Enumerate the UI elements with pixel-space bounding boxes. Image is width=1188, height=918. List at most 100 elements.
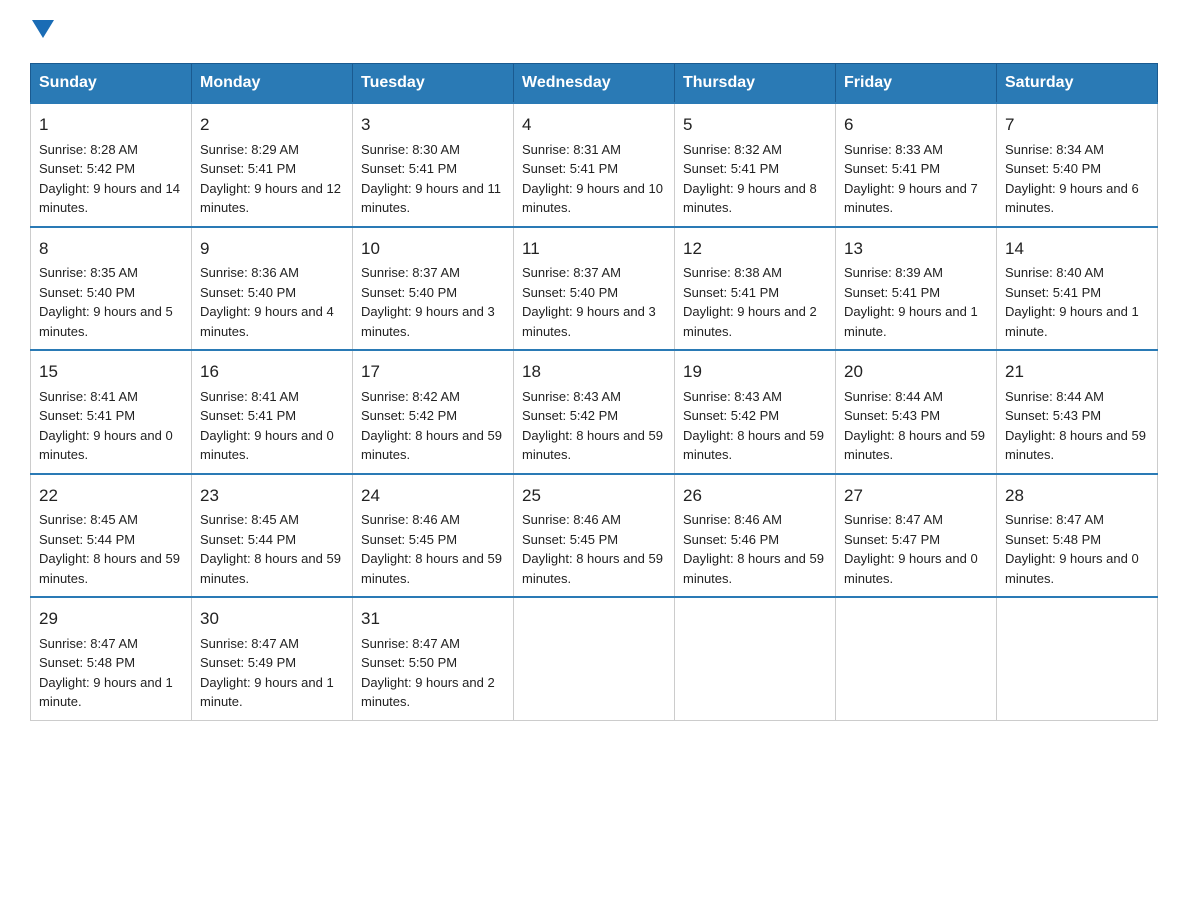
day-number: 21 [1005,359,1149,385]
calendar-table: Sunday Monday Tuesday Wednesday Thursday… [30,63,1158,721]
header-tuesday: Tuesday [353,64,514,104]
day-info: Sunrise: 8:47 AMSunset: 5:48 PMDaylight:… [1005,512,1139,586]
day-info: Sunrise: 8:40 AMSunset: 5:41 PMDaylight:… [1005,265,1139,339]
day-number: 15 [39,359,183,385]
day-info: Sunrise: 8:45 AMSunset: 5:44 PMDaylight:… [39,512,180,586]
day-info: Sunrise: 8:42 AMSunset: 5:42 PMDaylight:… [361,389,502,463]
calendar-day-cell: 23 Sunrise: 8:45 AMSunset: 5:44 PMDaylig… [192,474,353,598]
day-number: 12 [683,236,827,262]
day-info: Sunrise: 8:31 AMSunset: 5:41 PMDaylight:… [522,142,663,216]
day-number: 13 [844,236,988,262]
calendar-day-cell: 17 Sunrise: 8:42 AMSunset: 5:42 PMDaylig… [353,350,514,474]
calendar-day-cell: 14 Sunrise: 8:40 AMSunset: 5:41 PMDaylig… [997,227,1158,351]
day-number: 7 [1005,112,1149,138]
calendar-day-cell: 3 Sunrise: 8:30 AMSunset: 5:41 PMDayligh… [353,103,514,227]
day-number: 29 [39,606,183,632]
calendar-week-row: 1 Sunrise: 8:28 AMSunset: 5:42 PMDayligh… [31,103,1158,227]
calendar-day-cell: 24 Sunrise: 8:46 AMSunset: 5:45 PMDaylig… [353,474,514,598]
day-number: 6 [844,112,988,138]
calendar-day-cell [836,597,997,720]
day-info: Sunrise: 8:34 AMSunset: 5:40 PMDaylight:… [1005,142,1139,216]
calendar-day-cell: 2 Sunrise: 8:29 AMSunset: 5:41 PMDayligh… [192,103,353,227]
logo-arrow-icon [32,20,54,38]
calendar-day-cell: 13 Sunrise: 8:39 AMSunset: 5:41 PMDaylig… [836,227,997,351]
day-number: 17 [361,359,505,385]
calendar-day-cell: 26 Sunrise: 8:46 AMSunset: 5:46 PMDaylig… [675,474,836,598]
day-number: 18 [522,359,666,385]
day-number: 28 [1005,483,1149,509]
calendar-day-cell: 27 Sunrise: 8:47 AMSunset: 5:47 PMDaylig… [836,474,997,598]
day-info: Sunrise: 8:47 AMSunset: 5:47 PMDaylight:… [844,512,978,586]
day-info: Sunrise: 8:44 AMSunset: 5:43 PMDaylight:… [1005,389,1146,463]
header-friday: Friday [836,64,997,104]
day-info: Sunrise: 8:43 AMSunset: 5:42 PMDaylight:… [522,389,663,463]
day-info: Sunrise: 8:33 AMSunset: 5:41 PMDaylight:… [844,142,978,216]
day-info: Sunrise: 8:45 AMSunset: 5:44 PMDaylight:… [200,512,341,586]
day-number: 24 [361,483,505,509]
day-info: Sunrise: 8:30 AMSunset: 5:41 PMDaylight:… [361,142,501,216]
day-info: Sunrise: 8:46 AMSunset: 5:45 PMDaylight:… [522,512,663,586]
day-info: Sunrise: 8:47 AMSunset: 5:50 PMDaylight:… [361,636,495,710]
calendar-day-cell: 22 Sunrise: 8:45 AMSunset: 5:44 PMDaylig… [31,474,192,598]
day-number: 11 [522,236,666,262]
calendar-week-row: 8 Sunrise: 8:35 AMSunset: 5:40 PMDayligh… [31,227,1158,351]
day-info: Sunrise: 8:38 AMSunset: 5:41 PMDaylight:… [683,265,817,339]
calendar-day-cell: 31 Sunrise: 8:47 AMSunset: 5:50 PMDaylig… [353,597,514,720]
day-info: Sunrise: 8:39 AMSunset: 5:41 PMDaylight:… [844,265,978,339]
calendar-body: 1 Sunrise: 8:28 AMSunset: 5:42 PMDayligh… [31,103,1158,720]
calendar-day-cell [514,597,675,720]
day-info: Sunrise: 8:47 AMSunset: 5:48 PMDaylight:… [39,636,173,710]
day-number: 30 [200,606,344,632]
day-number: 1 [39,112,183,138]
day-number: 16 [200,359,344,385]
day-number: 22 [39,483,183,509]
day-info: Sunrise: 8:37 AMSunset: 5:40 PMDaylight:… [522,265,656,339]
calendar-day-cell: 21 Sunrise: 8:44 AMSunset: 5:43 PMDaylig… [997,350,1158,474]
day-number: 2 [200,112,344,138]
calendar-day-cell: 28 Sunrise: 8:47 AMSunset: 5:48 PMDaylig… [997,474,1158,598]
logo [30,20,54,43]
day-number: 3 [361,112,505,138]
calendar-day-cell: 6 Sunrise: 8:33 AMSunset: 5:41 PMDayligh… [836,103,997,227]
day-number: 27 [844,483,988,509]
day-number: 4 [522,112,666,138]
calendar-header-row: Sunday Monday Tuesday Wednesday Thursday… [31,64,1158,104]
day-number: 23 [200,483,344,509]
calendar-day-cell: 12 Sunrise: 8:38 AMSunset: 5:41 PMDaylig… [675,227,836,351]
calendar-day-cell: 29 Sunrise: 8:47 AMSunset: 5:48 PMDaylig… [31,597,192,720]
day-number: 20 [844,359,988,385]
calendar-day-cell: 9 Sunrise: 8:36 AMSunset: 5:40 PMDayligh… [192,227,353,351]
calendar-day-cell: 4 Sunrise: 8:31 AMSunset: 5:41 PMDayligh… [514,103,675,227]
calendar-day-cell: 15 Sunrise: 8:41 AMSunset: 5:41 PMDaylig… [31,350,192,474]
calendar-day-cell: 30 Sunrise: 8:47 AMSunset: 5:49 PMDaylig… [192,597,353,720]
day-info: Sunrise: 8:36 AMSunset: 5:40 PMDaylight:… [200,265,334,339]
day-number: 19 [683,359,827,385]
calendar-day-cell: 10 Sunrise: 8:37 AMSunset: 5:40 PMDaylig… [353,227,514,351]
day-info: Sunrise: 8:43 AMSunset: 5:42 PMDaylight:… [683,389,824,463]
day-number: 31 [361,606,505,632]
day-info: Sunrise: 8:44 AMSunset: 5:43 PMDaylight:… [844,389,985,463]
calendar-week-row: 22 Sunrise: 8:45 AMSunset: 5:44 PMDaylig… [31,474,1158,598]
day-number: 5 [683,112,827,138]
day-number: 26 [683,483,827,509]
calendar-day-cell: 8 Sunrise: 8:35 AMSunset: 5:40 PMDayligh… [31,227,192,351]
day-info: Sunrise: 8:32 AMSunset: 5:41 PMDaylight:… [683,142,817,216]
header-monday: Monday [192,64,353,104]
calendar-day-cell: 19 Sunrise: 8:43 AMSunset: 5:42 PMDaylig… [675,350,836,474]
header-sunday: Sunday [31,64,192,104]
day-info: Sunrise: 8:47 AMSunset: 5:49 PMDaylight:… [200,636,334,710]
calendar-day-cell [997,597,1158,720]
day-number: 10 [361,236,505,262]
header-wednesday: Wednesday [514,64,675,104]
day-info: Sunrise: 8:41 AMSunset: 5:41 PMDaylight:… [200,389,334,463]
day-number: 8 [39,236,183,262]
calendar-day-cell: 25 Sunrise: 8:46 AMSunset: 5:45 PMDaylig… [514,474,675,598]
header-thursday: Thursday [675,64,836,104]
calendar-week-row: 15 Sunrise: 8:41 AMSunset: 5:41 PMDaylig… [31,350,1158,474]
day-number: 25 [522,483,666,509]
calendar-day-cell [675,597,836,720]
day-info: Sunrise: 8:29 AMSunset: 5:41 PMDaylight:… [200,142,341,216]
day-info: Sunrise: 8:35 AMSunset: 5:40 PMDaylight:… [39,265,173,339]
day-number: 9 [200,236,344,262]
calendar-day-cell: 1 Sunrise: 8:28 AMSunset: 5:42 PMDayligh… [31,103,192,227]
